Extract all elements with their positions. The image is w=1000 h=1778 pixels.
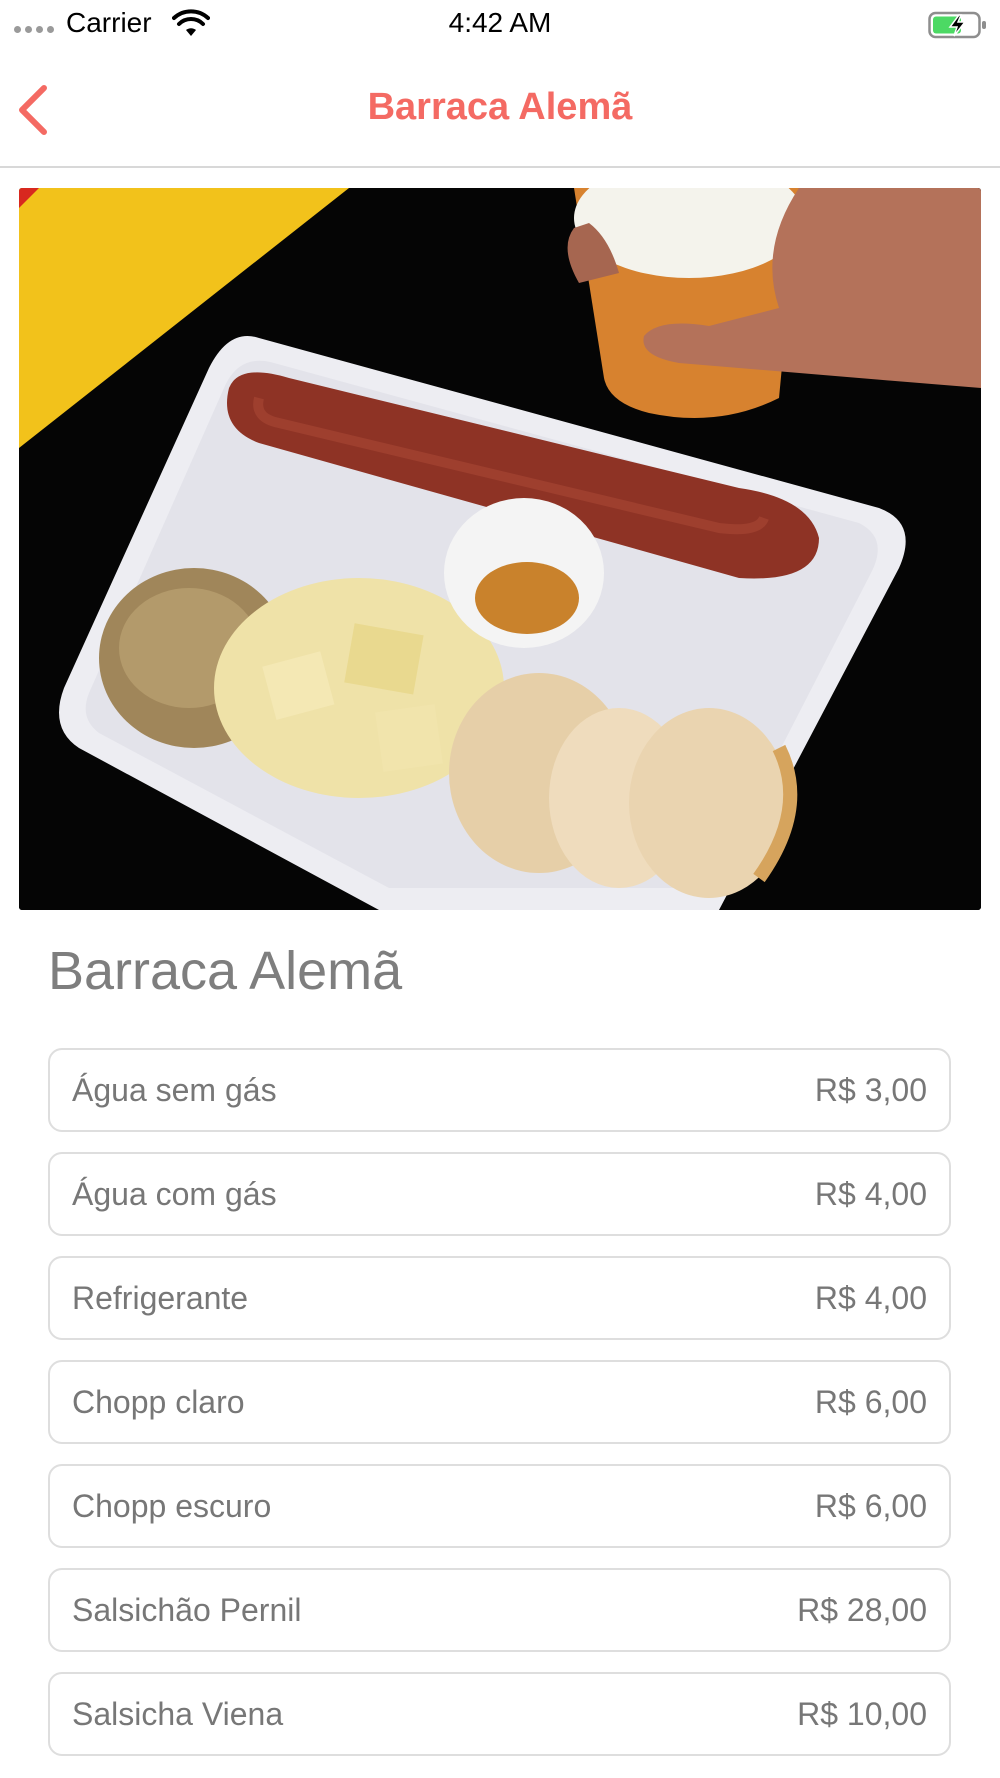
status-bar: Carrier 4:42 AM: [0, 0, 1000, 50]
item-name: Salsicha Viena: [72, 1695, 284, 1732]
menu-item[interactable]: Chopp escuro R$ 6,00: [48, 1464, 951, 1548]
hero-food-image: [19, 188, 981, 910]
menu-item[interactable]: Chopp claro R$ 6,00: [48, 1360, 951, 1444]
menu-item[interactable]: Refrigerante R$ 4,00: [48, 1256, 951, 1340]
battery-charging-icon: [928, 11, 986, 39]
item-price: R$ 28,00: [797, 1591, 927, 1628]
item-price: R$ 4,00: [814, 1279, 927, 1316]
item-name: Salsichão Pernil: [72, 1591, 302, 1628]
status-time: 4:42 AM: [448, 7, 552, 38]
item-name: Chopp escuro: [72, 1487, 272, 1524]
item-price: R$ 3,00: [814, 1071, 927, 1108]
menu-item[interactable]: Água com gás R$ 4,00: [48, 1152, 951, 1236]
item-name: Água com gás: [72, 1175, 277, 1212]
menu-item[interactable]: Salsichão Pernil R$ 28,00: [48, 1568, 951, 1652]
menu-list: Água sem gás R$ 3,00 Água com gás R$ 4,0…: [48, 1048, 951, 1776]
item-price: R$ 6,00: [814, 1487, 927, 1524]
item-price: R$ 10,00: [797, 1695, 927, 1732]
item-name: Refrigerante: [72, 1279, 249, 1316]
nav-title: Barraca Alemã: [367, 86, 633, 128]
menu-item[interactable]: Salsicha Viena R$ 10,00: [48, 1672, 951, 1756]
item-price: R$ 4,00: [814, 1175, 927, 1212]
item-name: Chopp claro: [72, 1383, 245, 1420]
stand-title: Barraca Alemã: [48, 941, 403, 1001]
item-name: Água sem gás: [72, 1071, 277, 1108]
item-price: R$ 6,00: [814, 1383, 927, 1420]
navigation-bar: Barraca Alemã: [0, 50, 1000, 168]
menu-item[interactable]: Água sem gás R$ 3,00: [48, 1048, 951, 1132]
